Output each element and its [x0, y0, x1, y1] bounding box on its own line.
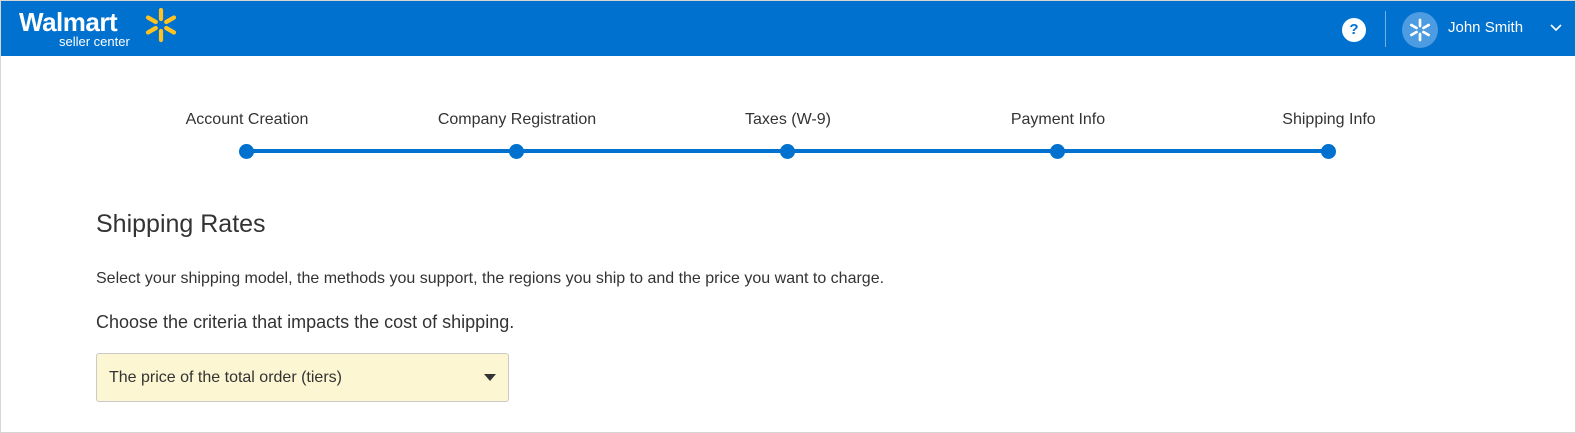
step-company-registration[interactable]: Company Registration [397, 110, 637, 159]
user-name[interactable]: John Smith [1448, 19, 1523, 37]
step-dot [780, 144, 795, 159]
top-header: Walmart seller center ? John Smith [1, 1, 1575, 56]
header-divider [1385, 11, 1386, 47]
spark-icon [145, 7, 177, 43]
step-dot [1321, 144, 1336, 159]
criteria-select[interactable]: The price of the total order (tiers) [96, 353, 509, 402]
progress-stepper: Account Creation Company Registration Ta… [0, 110, 1576, 170]
step-account-creation[interactable]: Account Creation [127, 110, 367, 159]
step-dot [239, 144, 254, 159]
step-label: Payment Info [1010, 111, 1106, 128]
logo-subtext: seller center [59, 34, 130, 49]
page-description: Select your shipping model, the methods … [96, 270, 885, 287]
criteria-label: Choose the criteria that impacts the cos… [96, 312, 515, 332]
step-label: Taxes (W-9) [745, 111, 831, 128]
walmart-logo[interactable]: Walmart seller center [19, 7, 194, 52]
chevron-down-icon[interactable] [1549, 23, 1563, 33]
step-shipping-info[interactable]: Shipping Info [1209, 110, 1449, 159]
criteria-select-value: The price of the total order (tiers) [109, 369, 342, 386]
spark-avatar-icon [1410, 18, 1430, 42]
step-payment-info[interactable]: Payment Info [938, 110, 1178, 159]
page-title: Shipping Rates [96, 210, 266, 238]
step-taxes[interactable]: Taxes (W-9) [668, 110, 908, 159]
question-icon[interactable]: ? [1342, 18, 1366, 42]
caret-down-icon [484, 374, 496, 381]
step-dot [509, 144, 524, 159]
step-dot [1050, 144, 1065, 159]
step-label: Shipping Info [1282, 111, 1376, 128]
avatar[interactable] [1402, 12, 1438, 48]
logo-text: Walmart [19, 7, 118, 37]
step-label: Company Registration [437, 111, 597, 128]
step-label: Account Creation [185, 111, 309, 128]
